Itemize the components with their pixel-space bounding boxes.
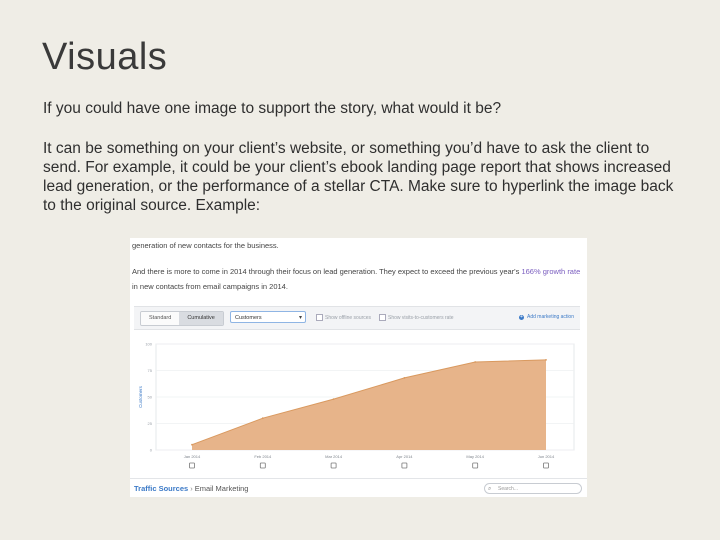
checkbox-icon bbox=[316, 314, 323, 321]
customers-chart: 0 25 50 75 100 Customers Jan 2014 Feb 2014 Mar 2… bbox=[134, 338, 580, 475]
screenshot-text-line-3: in new contacts from email campaigns in … bbox=[132, 282, 288, 291]
data-point bbox=[332, 398, 335, 401]
data-point bbox=[261, 417, 264, 420]
growth-rate-highlight: 166% growth rate bbox=[521, 267, 581, 276]
screenshot-text-line-2: And there is more to come in 2014 throug… bbox=[132, 267, 580, 276]
calendar-icon bbox=[259, 462, 266, 469]
metric-select[interactable]: Customers ▾ bbox=[230, 311, 306, 323]
x-tick-label: Apr 2014 bbox=[396, 454, 413, 459]
tab-cumulative[interactable]: Cumulative bbox=[179, 312, 223, 325]
data-point bbox=[545, 359, 547, 361]
data-point bbox=[474, 361, 477, 363]
screenshot-text-intro: generation of new contacts for the busin… bbox=[132, 241, 279, 250]
metric-select-value: Customers bbox=[235, 315, 262, 321]
view-toggle: Standard Cumulative bbox=[140, 311, 224, 326]
add-marketing-action-label: Add marketing action bbox=[527, 314, 574, 320]
search-icon: ⌕ bbox=[488, 486, 492, 492]
calendar-icon bbox=[189, 462, 195, 469]
y-tick-label: 50 bbox=[148, 395, 153, 400]
visits-rate-label: Show visits-to-customers rate bbox=[388, 314, 454, 321]
x-tick-label: Jun 2014 bbox=[538, 454, 555, 459]
chevron-down-icon: ▾ bbox=[298, 315, 302, 321]
slide-question: If you could have one image to support t… bbox=[43, 100, 502, 117]
slide-title: Visuals bbox=[42, 36, 168, 78]
checkbox-icon bbox=[379, 314, 386, 321]
calendar-icon bbox=[330, 462, 337, 469]
x-tick-label: Jan 2014 bbox=[184, 454, 201, 459]
customers-area-chart: 0 25 50 75 100 Customers Jan 2014 Feb 2014 Mar 2… bbox=[138, 342, 575, 469]
breadcrumb: Traffic Sources › Email Marketing bbox=[134, 484, 248, 493]
screenshot-text-line-2-start: And there is more to come in 2014 throug… bbox=[132, 267, 522, 276]
offline-sources-label: Show offline sources bbox=[325, 314, 372, 321]
y-tick-label: 25 bbox=[148, 421, 153, 426]
y-tick-label: 0 bbox=[150, 448, 153, 453]
search-placeholder: Search... bbox=[498, 486, 519, 492]
slide-body: It can be something on your client’s web… bbox=[43, 140, 674, 214]
add-marketing-action-link[interactable]: + Add marketing action bbox=[519, 314, 574, 320]
screenshot-footer: Traffic Sources › Email Marketing ⌕ Search… bbox=[130, 478, 587, 497]
offline-sources-checkbox[interactable]: Show offline sources bbox=[316, 314, 371, 321]
data-point bbox=[191, 443, 193, 446]
chart-toolbar: Standard Cumulative Customers ▾ Show off… bbox=[134, 306, 580, 330]
visits-rate-checkbox[interactable]: Show visits-to-customers rate bbox=[379, 314, 454, 321]
calendar-icon bbox=[472, 462, 479, 469]
calendar-icon bbox=[401, 462, 408, 469]
example-screenshot[interactable]: generation of new contacts for the busin… bbox=[130, 238, 587, 497]
plus-icon: + bbox=[519, 313, 525, 320]
calendar-icon bbox=[543, 462, 549, 469]
x-tick-label: May 2014 bbox=[466, 454, 484, 459]
search-input[interactable]: ⌕ Search... bbox=[484, 483, 582, 494]
tab-standard[interactable]: Standard bbox=[141, 312, 180, 325]
y-tick-label: 100 bbox=[145, 342, 152, 347]
x-tick-label: Mar 2014 bbox=[325, 454, 343, 459]
y-axis-label: Customers bbox=[138, 385, 143, 408]
breadcrumb-traffic-sources[interactable]: Traffic Sources bbox=[134, 484, 188, 493]
data-point bbox=[403, 377, 406, 379]
x-tick-label: Feb 2014 bbox=[254, 454, 272, 459]
breadcrumb-email-marketing: Email Marketing bbox=[194, 484, 249, 493]
y-tick-label: 75 bbox=[148, 368, 153, 373]
